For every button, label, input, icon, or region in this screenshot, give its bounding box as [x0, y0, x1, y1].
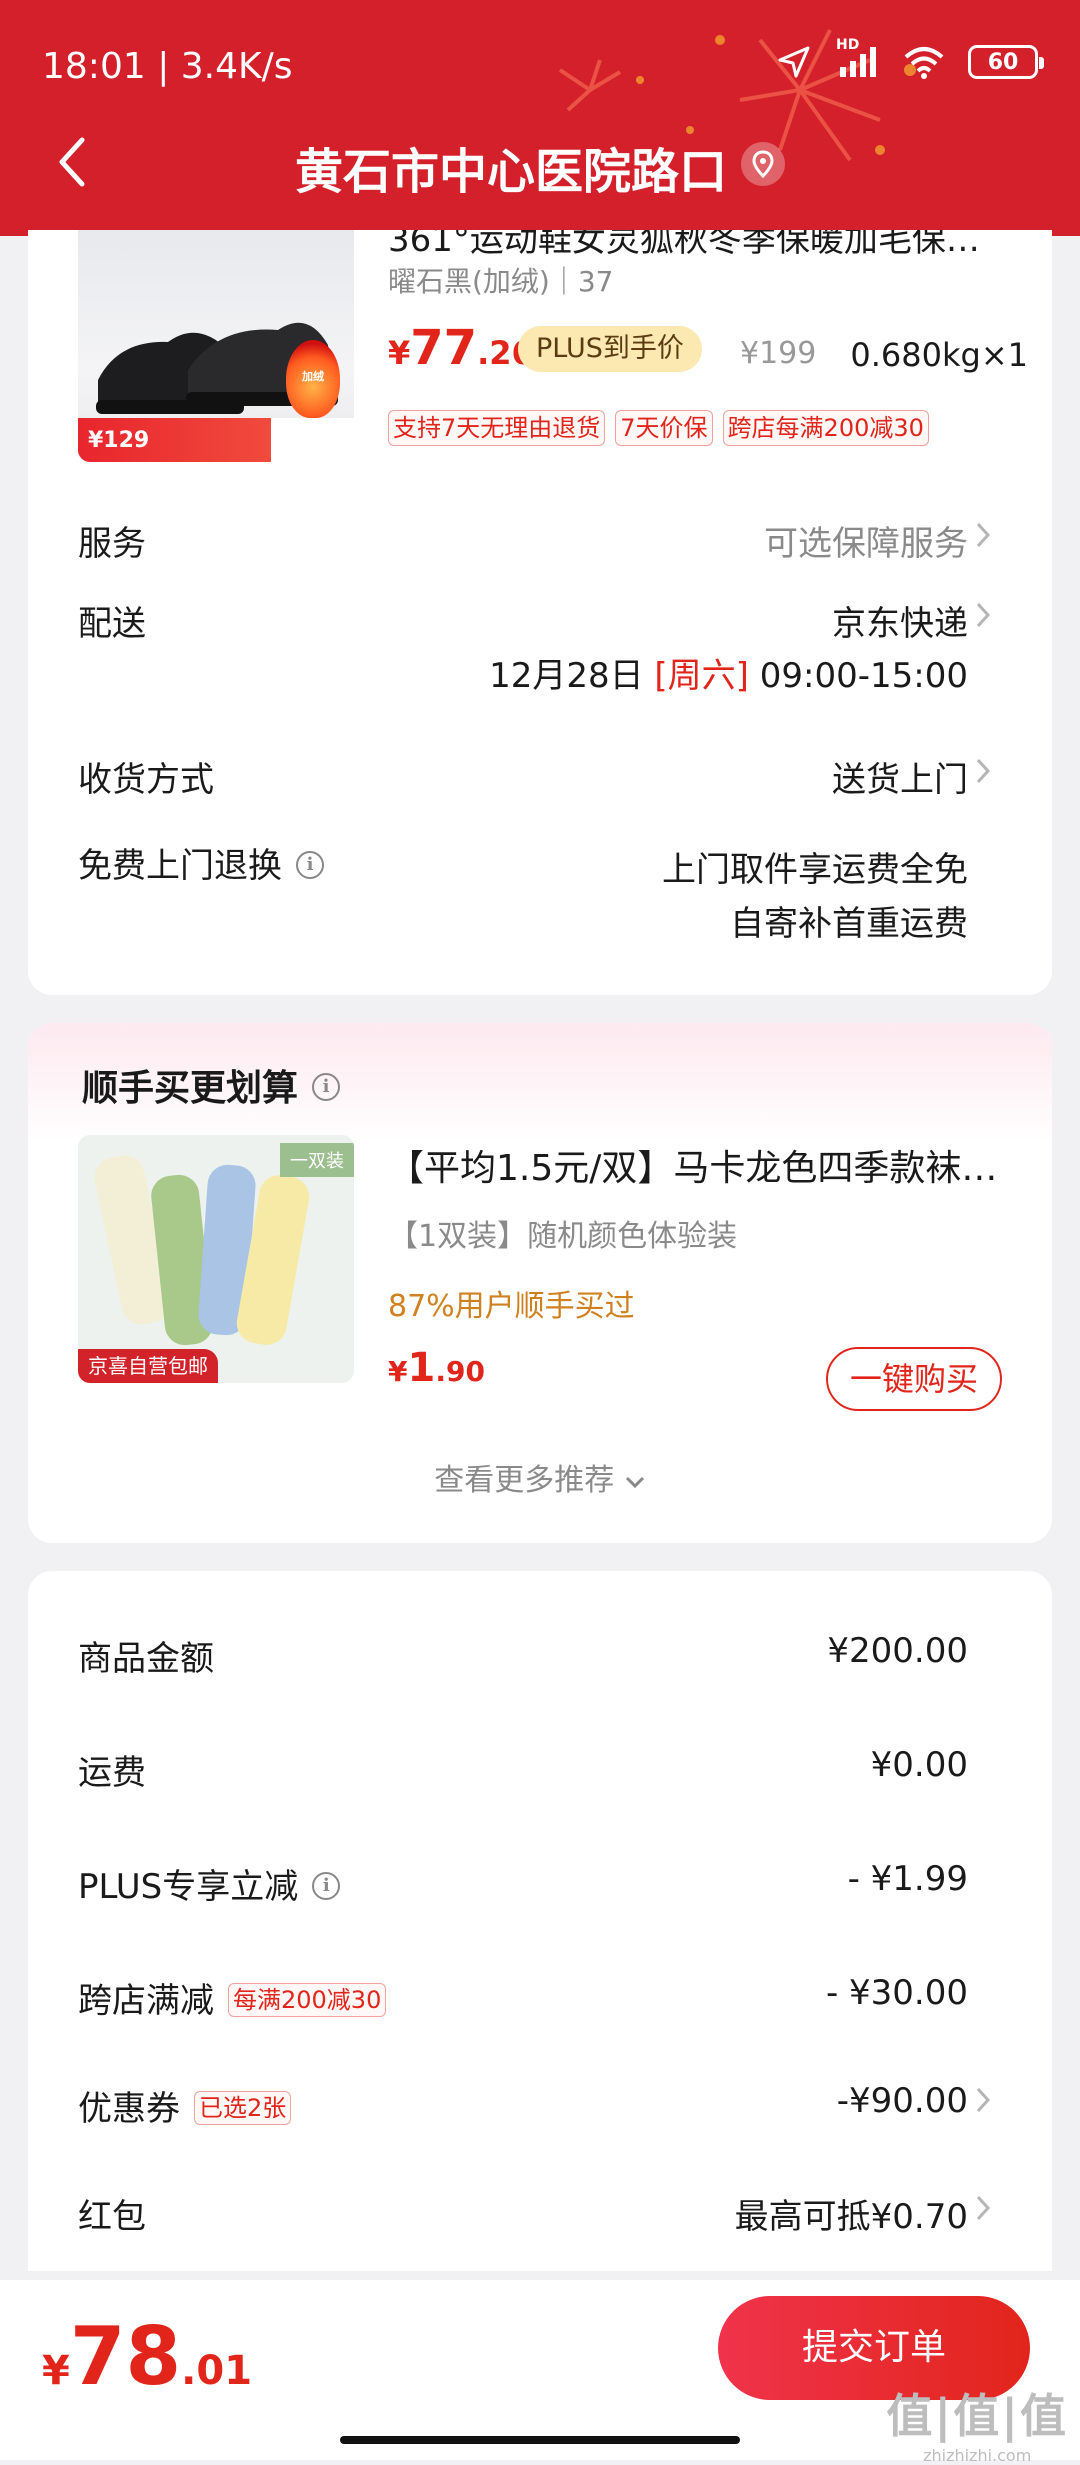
recommend-price: ¥1.90: [388, 1345, 485, 1391]
plus-price-tag: PLUS到手价: [518, 326, 702, 372]
product-tags: 支持7天无理由退货 7天价保 跨店每满200减30: [388, 410, 929, 446]
chevron-right-icon[interactable]: [974, 520, 992, 550]
address-title: 黄石市中心医院路口: [294, 144, 727, 200]
coupon-label: 优惠券 已选2张: [78, 2081, 292, 2130]
chevron-right-icon[interactable]: [974, 2193, 992, 2223]
wifi-icon: [904, 47, 944, 79]
plus-discount-label: PLUS专享立减 i: [78, 1859, 341, 1908]
delivery-value[interactable]: 京东快递: [832, 596, 968, 645]
price-summary-card: 商品金额 ¥200.00 运费 ¥0.00 PLUS专享立减 i - ¥1.99 …: [28, 1571, 1052, 2271]
total-price: ¥78.01: [42, 2310, 253, 2403]
free-return-line1: 上门取件享运费全免: [662, 850, 968, 890]
coupon-tag: 已选2张: [194, 2090, 292, 2125]
status-icons: HD 60: [776, 37, 1044, 80]
goods-amount-value: ¥200.00: [827, 1631, 968, 1671]
cross-store-tag: 每满200减30: [228, 1982, 387, 2017]
recommend-product-image[interactable]: 一双装 京喜自营包邮: [78, 1135, 354, 1383]
location-arrow-icon: [778, 46, 810, 78]
product-spec[interactable]: 曜石黑(加绒)｜37: [388, 260, 613, 300]
receive-method-label: 收货方式: [78, 760, 214, 800]
product-title[interactable]: 361°运动鞋女灵狐秋冬季保暖加毛保暖…: [388, 230, 1008, 260]
recommend-product-title[interactable]: 【平均1.5元/双】马卡龙色四季款袜…: [388, 1139, 1028, 1191]
service-label: 服务: [78, 524, 146, 564]
cross-store-label: 跨店满减 每满200减30: [78, 1973, 387, 2022]
recommend-buy-rate: 87%用户顺手买过: [388, 1289, 635, 1324]
page-title[interactable]: 黄石市中心医院路口: [0, 132, 1080, 202]
delivery-time[interactable]: 12月28日 [周六] 09:00-15:00: [489, 648, 968, 697]
signal-icon: HD: [834, 37, 880, 79]
free-shipping-badge: 京喜自营包邮: [78, 1349, 218, 1383]
product-price: ¥77.26: [388, 320, 534, 376]
recommend-card: 顺手买更划算 i 一双装 京喜自营包邮 【平均1.5元/双】马卡龙色四季款袜… 【…: [28, 1023, 1052, 1543]
more-recommend-link[interactable]: 查看更多推荐: [28, 1455, 1052, 1499]
info-icon[interactable]: i: [312, 1073, 341, 1101]
free-return-line2: 自寄补首重运费: [730, 904, 968, 944]
info-icon[interactable]: i: [296, 850, 324, 879]
header-bar: 18:01 | 3.4K/s HD 60 黄石市中心医院路口: [0, 0, 1080, 236]
tag-cross-store: 跨店每满200减30: [722, 410, 929, 446]
pack-badge: 一双装: [280, 1143, 354, 1177]
chevron-right-icon[interactable]: [974, 756, 992, 786]
status-time: 18:01 | 3.4K/s: [42, 46, 293, 87]
tag-return: 支持7天无理由退货: [388, 410, 606, 446]
shipping-fee-value: ¥0.00: [870, 1745, 968, 1785]
home-indicator[interactable]: [340, 2436, 740, 2444]
red-packet-label: 红包: [78, 2197, 146, 2237]
service-value[interactable]: 可选保障服务: [764, 516, 968, 565]
location-pin-icon[interactable]: [741, 142, 785, 186]
checkout-bar: ¥78.01 提交订单 值|值|值 zhizhizhi.com: [0, 2280, 1080, 2465]
shipping-fee-label: 运费: [78, 1753, 146, 1793]
free-return-label: 免费上门退换 i: [78, 838, 324, 887]
product-image[interactable]: 加绒 ¥129: [78, 230, 354, 462]
plus-discount-value: - ¥1.99: [847, 1859, 968, 1899]
watermark: 值|值|值 zhizhizhi.com: [886, 2389, 1068, 2465]
recommend-title: 顺手买更划算 i: [82, 1059, 341, 1111]
one-click-buy-button[interactable]: 一键购买: [826, 1347, 1002, 1411]
battery-icon: 60: [968, 45, 1044, 79]
warm-badge: 加绒: [286, 340, 340, 418]
info-icon[interactable]: i: [312, 1871, 341, 1900]
weight-quantity: 0.680kg×1: [850, 336, 1028, 374]
delivery-label: 配送: [78, 604, 146, 644]
goods-amount-label: 商品金额: [78, 1639, 214, 1679]
chevron-right-icon[interactable]: [974, 2085, 992, 2115]
order-item-card: 加绒 ¥129 361°运动鞋女灵狐秋冬季保暖加毛保暖… 曜石黑(加绒)｜37 …: [28, 230, 1052, 995]
original-price: ¥199: [740, 336, 817, 371]
cross-store-value: - ¥30.00: [825, 1973, 968, 2013]
recommend-product-spec: 【1双装】随机颜色体验装: [388, 1219, 738, 1254]
red-packet-value[interactable]: 最高可抵¥0.70: [735, 2189, 968, 2238]
chevron-right-icon[interactable]: [974, 600, 992, 630]
chevron-down-icon: [625, 1476, 644, 1488]
receive-method-value[interactable]: 送货上门: [832, 752, 968, 801]
coupon-value[interactable]: -¥90.00: [837, 2081, 968, 2121]
tag-price-protect: 7天价保: [615, 410, 713, 446]
image-price-banner: ¥129: [78, 418, 354, 462]
